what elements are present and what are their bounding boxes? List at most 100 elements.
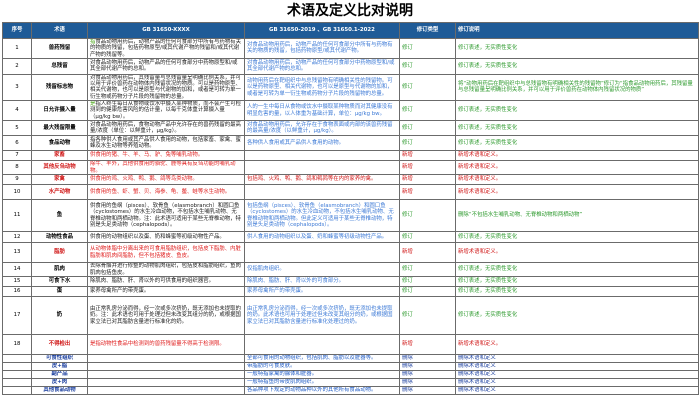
term-cell: 可食下水 <box>31 276 88 288</box>
header-revision-note: 修订说明 <box>455 22 699 39</box>
term-cell: 副产品 <box>31 370 88 380</box>
new-definition-text: 对食品动物用药后，食物动物产品中允许存在的兽药残留的最高量/浓度（单位：以鲜重计… <box>90 121 241 135</box>
revision-note-cell: 删除术语和定义 <box>455 386 699 396</box>
revision-type-cell: 删除 <box>399 370 456 380</box>
table-header-row: 序号 术语 GB 31650-XXXX GB 31650-2019 、GB 31… <box>2 22 699 39</box>
header-revision-type: 修订类型 <box>399 22 456 39</box>
new-definition-cell <box>87 362 245 372</box>
revision-type-cell: 删除 <box>399 378 456 388</box>
revision-note-cell: 修订表述，无实质性变化 <box>455 262 699 278</box>
new-definition-text: 由正常乳房分泌而得，经一次或多次挤奶，既无添加也未提取的奶。注：此术语也可用于处… <box>90 306 241 325</box>
revision-note-cell: 修订表述，无实质性变化 <box>455 100 699 122</box>
term-cell: 家禽 <box>31 174 88 186</box>
new-definition-cell: 从动物体脂中分离出来的可食用脂肪组织，包括皮下脂肪、内脏脂肪和肌肉间脂肪，但不包… <box>87 242 245 264</box>
term-cell: 脂肪 <box>31 242 88 264</box>
new-definition-text: 是指动物性食品中检测到的兽药残留量不得高于检测限。 <box>90 341 225 348</box>
table-row: 其他食品动物 各品种项下规定的动物品种以外的其他所有食品动物。 删除 删除术语和定义 <box>2 386 699 396</box>
new-definition-text: 供食用的鱼、虾、蟹、贝、海参、龟、鳖、蛙等水生动物。 <box>90 188 231 195</box>
revision-type-cell: 修订 <box>399 120 456 137</box>
new-definition-cell: 供食用的动物组织以及蛋、奶和蜂蜜等初级动物性产品。 <box>87 231 245 244</box>
page-title: 术语及定义比对说明 <box>287 3 413 19</box>
new-definition-text: 家养母禽所产的带壳蛋。 <box>90 288 150 295</box>
row-number <box>2 362 32 372</box>
revision-type-cell: 删除 <box>399 354 456 364</box>
old-definition-cell: 各种供人食用或其产品供人食用的动物。 <box>244 135 400 152</box>
old-definition-cell <box>244 334 400 356</box>
row-number: 6 <box>2 135 32 152</box>
table-row: 11 鱼供食用的鱼纲（pisces）、软骨鱼（elasmobranch）和圆口鱼（… <box>2 199 699 233</box>
old-definition-cell: 对食品动物用药后，动物产品的任何可食部分中药物原型和/或其全部代谢产物的总和。 <box>244 57 400 75</box>
new-definition-cell: 去除骨骼并进行修整的动物肌肉组织，包括皮和脂肪组织，鱼肉肌肉包括鱼皮。 <box>87 262 245 278</box>
table-row: 5 最大残留限量 对食品动物用药后，食物动物产品中允许存在的兽药残留的最高量/浓度（… <box>2 120 699 137</box>
term-cell: 可食性组织 <box>31 354 88 364</box>
table-row: 7 家畜 供食用的猪、牛、羊、马、驴、兔等哺乳动物。 新增 新增术语和定义。 <box>2 150 699 162</box>
old-definition-cell: 对食品动物用药后，允许存在于食物表面或内部的该兽药残留的最高量/浓度（以鲜重计，… <box>244 120 400 137</box>
revision-note-cell: 删除“不包括水生哺乳动物、无脊椎动物和两栖动物” <box>455 199 699 233</box>
term-cell: 肌肉 <box>31 262 88 278</box>
table-row: 副产品 一般特指家禽的腺体和脏器。 删除 删除术语和定义 <box>2 370 699 380</box>
revision-note-cell: 修订表述，无实质性变化 <box>455 296 699 336</box>
row-number: 14 <box>2 262 32 278</box>
row-number: 17 <box>2 296 32 336</box>
new-definition-text: 食品动物用药后，动物产品的任何可食部分中所有与药物有关的物质的残留，包括药物原型… <box>90 39 241 58</box>
new-definition-cell: 除肌肉、脂肪、肝、肾以外的可供食用的组织器官。 <box>87 276 245 288</box>
row-number: 15 <box>2 276 32 288</box>
header-term: 术语 <box>31 22 88 39</box>
new-definition-cell: 指食品动物用药后，动物产品的任何可食部分中所有与药物有关的物质的残留，包括药物原… <box>87 38 245 59</box>
old-definition-cell: 除肌肉、脂肪、肝、肾以外的可食部分。 <box>244 276 400 288</box>
header-new-standard: GB 31650-XXXX <box>87 22 245 39</box>
new-definition-text: 从动物体脂中分离出来的可食用脂肪组织，包括皮下脂肪、内脏脂肪和肌肉间脂肪，但不包… <box>90 246 241 259</box>
revision-note-cell: 删除术语和定义 <box>455 370 699 380</box>
table-row: 13 脂肪 从动物体脂中分离出来的可食用脂肪组织，包括皮下脂肪、内脏脂肪和肌肉间脂肪… <box>2 242 699 264</box>
row-number: 10 <box>2 184 32 201</box>
revision-note-cell: 将“动物用药后在靶组织中与总残留物有明确相关性的残留物”修订为“指食品动物用药后… <box>455 73 699 102</box>
old-definition-cell <box>244 242 400 264</box>
new-definition-cell: 指各种供人食用或其产品供人食用的动物，包括家畜、家禽、蜜蜂及水生动物等养殖动物。 <box>87 135 245 152</box>
row-number: 7 <box>2 150 32 162</box>
comparison-table: 序号 术语 GB 31650-XXXX GB 31650-2019 、GB 31… <box>2 22 699 396</box>
revision-note-cell: 修订表述，无实质性变化 <box>455 276 699 288</box>
table-row: 1 兽药残留 指食品动物用药后，动物产品的任何可食部分中所有与药物有关的物质的残留，… <box>2 38 699 59</box>
old-definition-cell: 一般特指鱼的带皮肌肉组织。 <box>244 378 400 388</box>
revision-note-cell: 新增术语和定义。 <box>455 174 699 186</box>
revision-type-cell: 修订 <box>399 231 456 244</box>
revision-type-cell: 修订 <box>399 296 456 336</box>
revision-type-cell: 删除 <box>399 386 456 396</box>
row-number <box>2 354 32 364</box>
row-number: 18 <box>2 334 32 356</box>
table-row: 10 水产动物 供食用的鱼、虾、蟹、贝、海参、龟、鳖、蛙等水生动物。 新增 新增术语和定… <box>2 184 699 201</box>
revision-note-cell: 删除术语和定义 <box>455 378 699 388</box>
revision-type-cell: 修订 <box>399 73 456 102</box>
revision-note-cell: 新增术语和定义。 <box>455 242 699 264</box>
table-row: 16 蛋家养母禽所产的带壳蛋。 家养母禽所产的带壳蛋。 修订 修订表述，无实质性变化 <box>2 286 699 298</box>
revision-note-cell: 修订表述，无实质性变化 <box>455 57 699 75</box>
table-row: 12 动物性食品 供食用的动物组织以及蛋、奶和蜂蜜等初级动物性产品。 供人食用的动物组… <box>2 231 699 244</box>
row-number: 9 <box>2 174 32 186</box>
revision-type-cell: 新增 <box>399 334 456 356</box>
new-definition-text: 去除骨骼并进行修整的动物肌肉组织，包括皮和脂肪组织，鱼肉肌肉包括鱼皮。 <box>90 263 241 276</box>
row-number: 5 <box>2 120 32 137</box>
revision-type-cell: 修订 <box>399 100 456 122</box>
new-definition-text: 供食用的猪、牛、羊、马、驴、兔等哺乳动物。 <box>90 152 204 159</box>
term-cell: 不得检出 <box>31 334 88 356</box>
old-definition-cell: 包括鱼纲（pisces）、软骨鱼（elasmobranch）和圆口鱼（cyclo… <box>244 199 400 233</box>
row-number: 12 <box>2 231 32 244</box>
new-definition-cell: 由正常乳房分泌而得，经一次或多次挤奶，既无添加也未提取的奶。注：此术语也可用于处… <box>87 296 245 336</box>
term-cell: 最大残留限量 <box>31 120 88 137</box>
revision-type-cell: 新增 <box>399 242 456 264</box>
new-definition-cell <box>87 370 245 380</box>
new-definition-text: 供食用的鸡、火鸡、鸭、鹅、鸽等鸟类动物。 <box>90 176 198 183</box>
row-number: 3 <box>2 73 32 102</box>
old-definition-cell <box>244 184 400 201</box>
table-row: 可食性组织 全部可食用的动物组织，包括肌肉、脂肪以及脏器等。 删除 删除术语和定义 <box>2 354 699 364</box>
old-definition-cell: 包括鸡、火鸡、鸭、鹅、鸽和鹌鹑等在内的家养的禽。 <box>244 174 400 186</box>
table-row: 18 不得检出 是指动物性食品中检测到的兽药残留量不得高于检测限。 新增 新增术语和定义… <box>2 334 699 356</box>
revision-note-cell: 修订表述，无实质性变化 <box>455 286 699 298</box>
old-definition-cell: 全部可食用的动物组织，包括肌肉、脂肪以及脏器等。 <box>244 354 400 364</box>
new-definition-cell: 供食用的鱼、虾、蟹、贝、海参、龟、鳖、蛙等水生动物。 <box>87 184 245 201</box>
term-cell: 日允许摄入量 <box>31 100 88 122</box>
new-definition-cell: 对食品动物用药后，食物动物产品中允许存在的兽药残留的最高量/浓度（单位：以鲜重计… <box>87 120 245 137</box>
row-number <box>2 378 32 388</box>
term-cell: 水产动物 <box>31 184 88 201</box>
new-definition-cell: 是指动物性食品中检测到的兽药残留量不得高于检测限。 <box>87 334 245 356</box>
